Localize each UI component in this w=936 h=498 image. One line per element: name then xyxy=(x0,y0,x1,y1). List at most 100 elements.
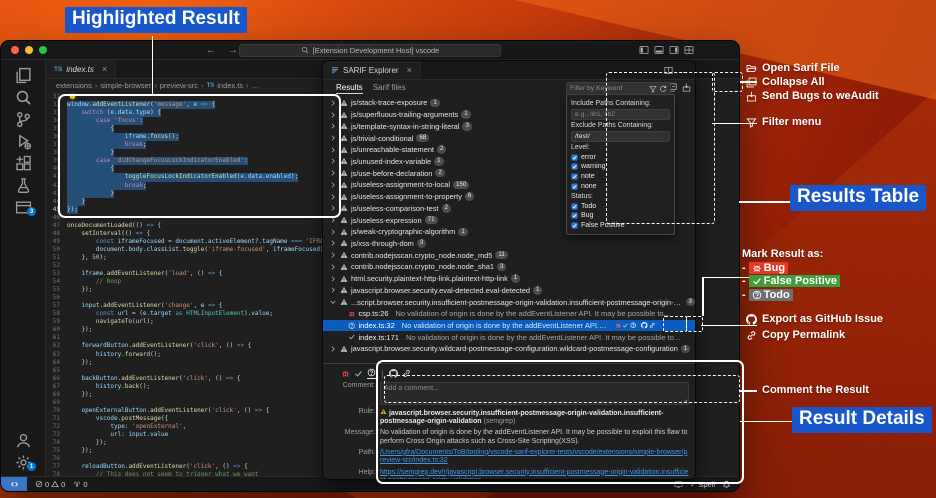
code-line[interactable]: 67 history.back(); xyxy=(46,383,338,391)
tab-sarif-explorer[interactable]: SARIF Explorer × xyxy=(323,61,421,79)
chevron-right-icon[interactable] xyxy=(329,263,337,271)
command-center[interactable]: [Extension Development Host] vscode xyxy=(239,44,501,57)
minimize-window-button[interactable] xyxy=(25,46,33,54)
breadcrumb-item[interactable]: simple-browser xyxy=(100,81,151,90)
activity-source-control[interactable] xyxy=(1,108,45,130)
code-line[interactable]: 51 }, 50); xyxy=(46,254,338,262)
code-line[interactable]: 52 xyxy=(46,262,338,270)
breadcrumb-item[interactable]: extensions xyxy=(56,81,92,90)
code-line[interactable]: 53 iframe.addEventListener('load', () =>… xyxy=(46,270,338,278)
code-line[interactable]: 50 document.body.classList.toggle('ifram… xyxy=(46,246,338,254)
chevron-right-icon[interactable] xyxy=(329,275,337,283)
code-line[interactable]: 77 reloadButton.addEventListener('click'… xyxy=(46,463,338,471)
activity-account[interactable] xyxy=(1,429,45,451)
search-icon xyxy=(301,46,309,54)
checked-checkbox-icon[interactable] xyxy=(571,163,578,170)
activity-audit-tool[interactable] xyxy=(1,174,45,196)
checked-checkbox-icon[interactable] xyxy=(571,222,578,229)
code-line[interactable]: 70 openExternalButton.addEventListener('… xyxy=(46,407,338,415)
result-group-row[interactable]: javascript.browser.security.eval-detecte… xyxy=(323,285,695,297)
code-line[interactable]: 57 input.addEventListener('change', e =>… xyxy=(46,302,338,310)
code-line[interactable]: 56 xyxy=(46,294,338,302)
breadcrumb-item[interactable]: index.ts xyxy=(217,81,243,90)
code-line[interactable]: 71 vscode.postMessage({ xyxy=(46,415,338,423)
breadcrumb-item[interactable]: … xyxy=(252,81,260,90)
checked-checkbox-icon[interactable] xyxy=(571,212,578,219)
code-line[interactable]: 69 xyxy=(46,399,338,407)
remote-indicator[interactable] xyxy=(1,477,27,491)
activity-dev-window[interactable]: 3 xyxy=(1,196,45,218)
chevron-right-icon[interactable] xyxy=(329,251,337,259)
tab-sarif-files[interactable]: Sarif files xyxy=(373,83,406,94)
code-line[interactable]: 60 }); xyxy=(46,326,338,334)
code-line[interactable]: 66 backButton.addEventListener('click', … xyxy=(46,375,338,383)
code-line[interactable]: 54 // Noop xyxy=(46,278,338,286)
close-window-button[interactable] xyxy=(11,46,19,54)
close-tab-icon[interactable]: × xyxy=(407,65,412,75)
ports-status[interactable]: 0 xyxy=(73,480,87,489)
nav-back-icon[interactable]: ← xyxy=(206,45,216,56)
mark-false-positive-icon[interactable] xyxy=(622,322,629,329)
mark-false-positive-icon[interactable] xyxy=(354,369,363,378)
customize-layout-icon[interactable] xyxy=(684,45,694,55)
result-group-row[interactable]: ...script.browser.security.insufficient-… xyxy=(323,296,695,308)
result-row[interactable]: index.ts:32No validation of origin is do… xyxy=(323,320,695,332)
copy-permalink-icon[interactable] xyxy=(649,322,656,329)
code-line[interactable]: 74 }); xyxy=(46,439,338,447)
titlebar[interactable]: ← → [Extension Development Host] vscode xyxy=(1,41,739,60)
code-line[interactable]: 62 forwardButton.addEventListener('click… xyxy=(46,342,338,350)
activity-search[interactable] xyxy=(1,86,45,108)
code-line[interactable]: 61 xyxy=(46,334,338,342)
code-line[interactable]: 75 }); xyxy=(46,447,338,455)
result-row[interactable]: index.ts:171No validation of origin is d… xyxy=(323,331,695,343)
code-line[interactable]: 55 }); xyxy=(46,286,338,294)
result-group-row[interactable]: html.security.plaintext-http-link.plaint… xyxy=(323,273,695,285)
result-group-row[interactable]: contrib.nodejsscan.crypto_node.node_md51… xyxy=(323,249,695,261)
code-line[interactable]: 72 type: 'openExternal', xyxy=(46,423,338,431)
toggle-secondary-sidebar-icon[interactable] xyxy=(669,45,679,55)
close-tab-icon[interactable]: × xyxy=(102,64,107,74)
checked-checkbox-icon[interactable] xyxy=(571,154,578,161)
chevron-right-icon[interactable] xyxy=(329,228,337,236)
mark-todo-icon[interactable] xyxy=(630,322,637,329)
checked-checkbox-icon[interactable] xyxy=(571,183,578,190)
result-row[interactable]: csp.ts:26No validation of origin is done… xyxy=(323,308,695,320)
code-line[interactable]: 68 }); xyxy=(46,391,338,399)
code-line[interactable]: 63 history.forward(); xyxy=(46,351,338,359)
activity-extensions[interactable] xyxy=(1,152,45,174)
result-group-row[interactable]: contrib.nodejsscan.crypto_node.node_sha1… xyxy=(323,261,695,273)
mark-bug-icon[interactable] xyxy=(615,322,622,329)
checked-checkbox-icon[interactable] xyxy=(571,173,578,180)
activity-run-and-debug[interactable] xyxy=(1,130,45,152)
activity-settings[interactable]: 1 xyxy=(1,451,45,473)
chevron-right-icon[interactable] xyxy=(329,239,337,247)
code-line[interactable]: 65 xyxy=(46,367,338,375)
code-line[interactable]: 76 xyxy=(46,455,338,463)
code-line[interactable]: 49 const iframeFocused = document.active… xyxy=(46,238,338,246)
code-line[interactable]: 64 }); xyxy=(46,359,338,367)
export-github-issue-icon[interactable] xyxy=(641,322,648,329)
mark-bug-icon[interactable] xyxy=(341,369,350,378)
tab-results[interactable]: Results xyxy=(336,83,363,94)
toggle-panel-icon[interactable] xyxy=(654,45,664,55)
result-group-row[interactable]: javascript.browser.security.wildcard-pos… xyxy=(323,343,695,355)
code-line[interactable]: 58 const url = (e.target as HTMLInputEle… xyxy=(46,310,338,318)
nav-forward-icon[interactable]: → xyxy=(228,45,238,56)
result-group-row[interactable]: js/xss-through-dom3 xyxy=(323,238,695,250)
code-line[interactable]: 59 navigateTo(url); xyxy=(46,318,338,326)
problems-status[interactable]: 0 0 xyxy=(35,480,65,489)
zoom-window-button[interactable] xyxy=(39,46,47,54)
code-line[interactable]: 78 // This does not seem to trigger what… xyxy=(46,471,338,476)
chevron-right-icon[interactable] xyxy=(329,286,337,294)
chevron-right-icon[interactable] xyxy=(329,345,337,353)
code-line[interactable]: 73 url: input.value xyxy=(46,431,338,439)
toggle-sidebar-icon[interactable] xyxy=(639,45,649,55)
checked-checkbox-icon[interactable] xyxy=(571,203,578,210)
code-line[interactable]: 48 setInterval(() => { xyxy=(46,230,338,238)
activity-explorer[interactable] xyxy=(1,64,45,86)
breadcrumb-item[interactable]: preview-src xyxy=(160,81,198,90)
code-line[interactable]: 47onceDocumentLoaded(() => { xyxy=(46,222,338,230)
mark-todo-icon[interactable] xyxy=(367,368,376,379)
tab-index-ts[interactable]: TS index.ts × xyxy=(46,60,116,78)
chevron-down-icon[interactable] xyxy=(329,298,337,306)
